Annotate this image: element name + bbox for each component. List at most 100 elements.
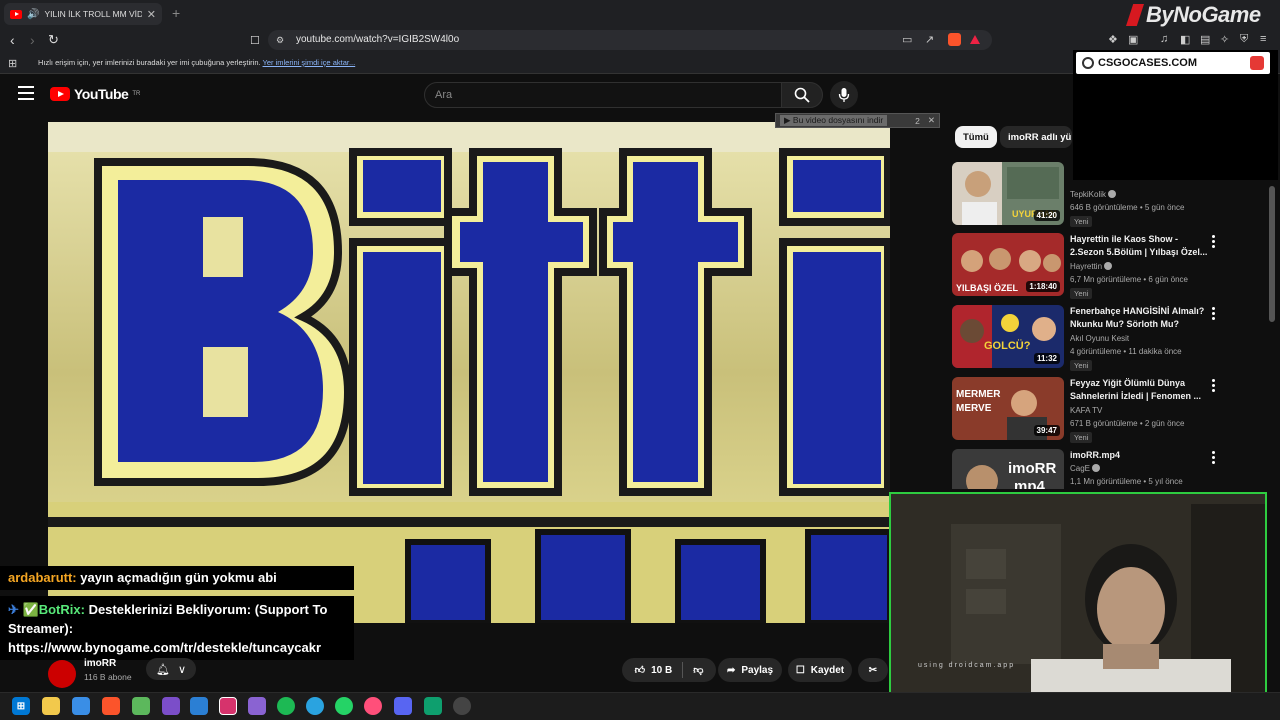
speaker-icon[interactable]: 🔊 [27,9,39,20]
new-tab-button[interactable]: + [172,5,180,21]
recommended-video[interactable]: imoRR mp4 imoRR.mp4 CagE 1,1 Mn görüntüle… [952,449,1268,489]
close-tab-icon[interactable]: ✕ [147,8,156,21]
search-input[interactable]: Ara [424,82,782,108]
more-options-icon[interactable] [1212,451,1215,466]
forward-icon[interactable]: › [30,32,35,48]
feather-app-icon[interactable] [248,697,266,715]
youtube-logo[interactable]: YouTube TR [50,86,140,102]
sidebar-toggle-icon[interactable]: ◧ [1180,33,1190,46]
video-title[interactable]: Feyyaz Yiğit Ölümlü Dünya Sahnelerini İz… [1070,377,1210,403]
recommended-video[interactable]: UYURSAN 41:20 TepkiKolik 646 B görüntüle… [952,162,1268,228]
notification-button[interactable]: 🔔︎ ∨ [146,658,196,680]
csgo-ad-banner[interactable]: CSGOCASES.COM [1076,52,1270,74]
download-close-icon[interactable]: ✕ [924,115,939,126]
video-duration: 39:47 [1033,425,1060,436]
bookmarks-hint: Hızlı erişim için, yer imlerinizi burada… [38,58,355,67]
chip-channel-uploads[interactable]: imoRR adlı yüklenen [1000,126,1072,148]
video-channel[interactable]: TepkiKolik [1070,190,1106,199]
whatsapp-icon[interactable] [335,697,353,715]
apps-grid-icon[interactable]: ⊞ [8,57,17,70]
download-video-button[interactable]: ▶ Bu video dosyasını indir [780,115,888,126]
verified-icon [1108,190,1117,198]
thumbs-down-icon[interactable]: 👎︎ [693,664,703,676]
obs-icon[interactable] [424,697,442,715]
brave-rewards-icon[interactable] [970,35,980,44]
more-options-icon[interactable] [1212,307,1215,322]
back-icon[interactable]: ‹ [10,32,15,48]
verified-icon [1104,262,1113,270]
video-channel[interactable]: Hayrettin [1070,262,1102,271]
video-title[interactable]: Fenerbahçe HANGİSİNİ Almalı? Nkunku Mu? … [1070,305,1210,331]
clip-button[interactable]: ✂ [858,658,888,682]
video-duration: 1:18:40 [1026,281,1060,292]
chip-all[interactable]: Tümü [955,126,997,148]
hamburger-menu-icon[interactable] [18,86,34,100]
channel-name[interactable]: imoRR [84,658,116,669]
bookmark-icon[interactable]: ☐ [250,34,260,47]
leo-icon[interactable]: ✧ [1220,33,1229,46]
video-thumbnail[interactable]: YILBAŞI ÖZEL 1:18:40 [952,233,1064,296]
more-options-icon[interactable] [1212,235,1215,250]
channel-avatar[interactable] [48,660,76,688]
import-bookmarks-link[interactable]: Yer imlerini şimdi içe aktar... [263,58,356,67]
share-button[interactable]: ➦ Paylaş [718,658,782,682]
recommended-video[interactable]: GOLCÜ? 11:32 Fenerbahçe HANGİSİNİ Almalı… [952,305,1268,371]
save-button[interactable]: ☐ Kaydet [788,658,852,682]
video-title[interactable]: Hayrettin ile Kaos Show - 2.Sezon 5.Bölü… [1070,233,1210,259]
thumbs-up-icon: 👍︎ [634,665,646,676]
save-label: Kaydet [810,664,845,676]
svg-text:mp4: mp4 [1014,478,1046,489]
search-button[interactable] [781,82,823,108]
more-options-icon[interactable] [1212,379,1215,394]
picture-in-picture-icon[interactable]: ▭ [902,33,912,46]
photos-icon[interactable] [72,697,90,715]
video-thumbnail[interactable]: UYURSAN 41:20 [952,162,1064,225]
recommended-video[interactable]: YILBAŞI ÖZEL 1:18:40 Hayrettin ile Kaos … [952,233,1268,299]
music-app-icon[interactable] [364,697,382,715]
instagram-icon[interactable] [219,697,237,715]
new-badge: Yeni [1070,360,1093,371]
download-video-bar[interactable]: ▶ Bu video dosyasını indir 2 ✕ [775,113,940,128]
video-meta: 6,7 Mn görüntüleme • 6 gün önce [1070,275,1188,284]
spotify-icon[interactable] [277,697,295,715]
telegram-icon[interactable] [306,697,324,715]
discord-icon[interactable] [394,697,412,715]
video-title[interactable]: imoRR.mp4 [1070,449,1210,462]
video-channel[interactable]: Akıl Oyunu Kesit [1070,334,1129,343]
sidebar-scrollbar[interactable] [1269,186,1275,322]
vscode-icon[interactable] [190,697,208,715]
video-thumbnail[interactable]: imoRR mp4 [952,449,1064,489]
video-channel[interactable]: KAFA TV [1070,406,1102,415]
video-channel[interactable]: CagE [1070,464,1090,473]
video-player[interactable] [48,122,890,623]
wallet-icon[interactable]: ▣ [1128,33,1138,46]
share-label: Paylaş [741,664,774,676]
url-text[interactable]: youtube.com/watch?v=IGIB2SW4l0o [296,34,459,45]
browser-tab[interactable]: 🔊 YILIN İLK TROLL MM VİDEOSU ✕ [4,3,162,25]
brave-browser-icon[interactable] [102,697,120,715]
share-page-icon[interactable]: ↗ [925,33,934,46]
video-thumbnail[interactable]: GOLCÜ? 11:32 [952,305,1064,368]
vpn-icon[interactable]: ⛨ [1240,33,1248,46]
menu-icon[interactable]: ≡ [1260,33,1266,45]
site-settings-icon[interactable]: ⚙ [276,35,284,46]
voice-search-button[interactable] [830,81,858,109]
windows-start-icon[interactable]: ⊞ [12,697,30,715]
microphone-icon [838,88,850,102]
video-meta: 1,1 Mn görüntüleme • 5 yıl önce [1070,477,1183,486]
visual-studio-icon[interactable] [162,697,180,715]
like-button[interactable]: 👍︎ 10 B 👎︎ [622,658,716,682]
extensions-icon[interactable]: ❖ [1108,33,1118,46]
recommended-video[interactable]: MERMER MERVE 39:47 Feyyaz Yiğit Ölümlü Dü… [952,377,1268,443]
wallet2-icon[interactable]: ▤ [1200,33,1210,46]
editor-icon[interactable] [132,697,150,715]
file-explorer-icon[interactable] [42,697,60,715]
save-icon: ☐ [795,664,805,676]
app-icon[interactable] [453,697,471,715]
reload-icon[interactable]: ↻ [48,32,59,48]
video-thumbnail[interactable]: MERMER MERVE 39:47 [952,377,1064,440]
music-icon[interactable]: ♫ [1160,33,1168,45]
brave-shields-icon[interactable] [948,33,961,46]
svg-text:MERVE: MERVE [956,403,992,414]
new-badge: Yeni [1070,288,1093,299]
